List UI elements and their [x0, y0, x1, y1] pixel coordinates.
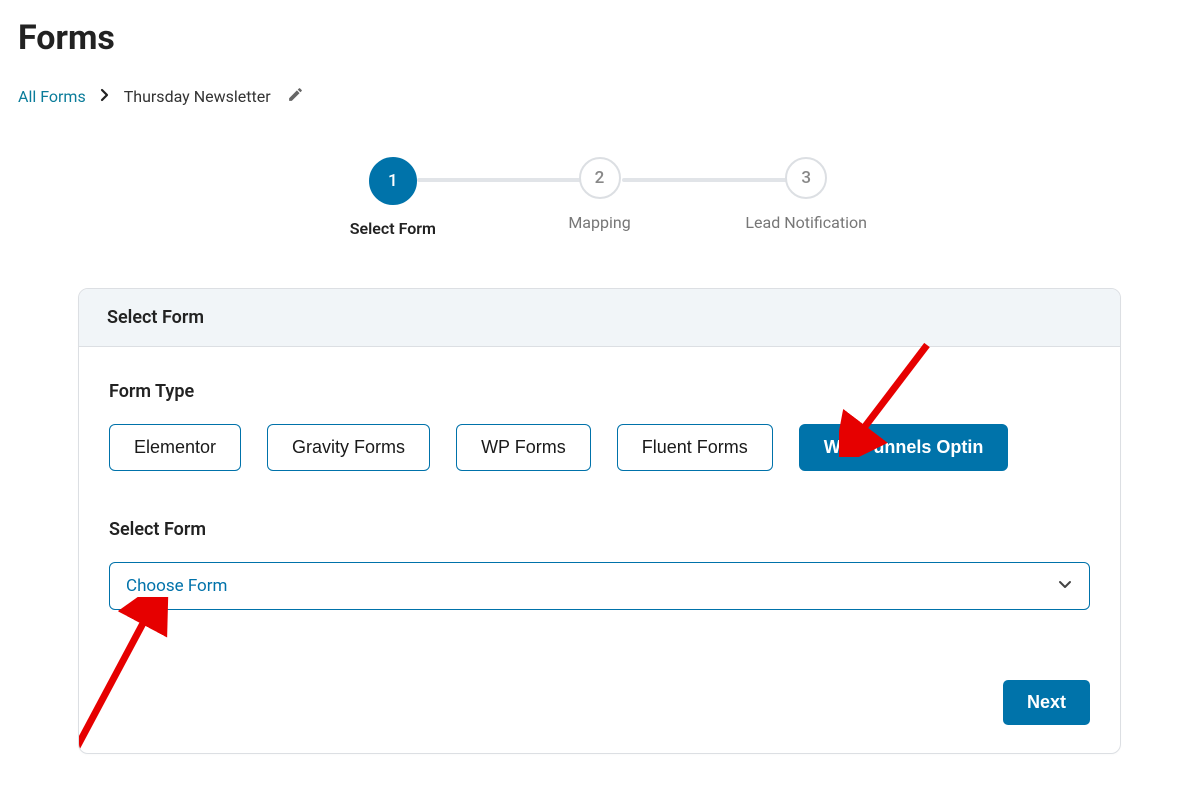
step-circle: 2: [579, 157, 621, 199]
breadcrumb: All Forms Thursday Newsletter: [18, 86, 1181, 107]
step-circle: 1: [369, 157, 417, 205]
stepper-line: [417, 178, 583, 182]
chevron-right-icon: [100, 88, 110, 106]
choose-form-select[interactable]: Choose Form: [109, 562, 1090, 610]
form-type-wp-forms[interactable]: WP Forms: [456, 424, 591, 471]
step-select-form[interactable]: 1 Select Form: [290, 157, 497, 238]
stepper: 1 Select Form 2 Mapping 3 Lead Notificat…: [290, 157, 910, 238]
next-button[interactable]: Next: [1003, 680, 1090, 725]
select-placeholder: Choose Form: [126, 576, 227, 596]
select-form-label: Select Form: [109, 519, 1090, 540]
step-lead-notification[interactable]: 3 Lead Notification: [703, 157, 910, 232]
page-title: Forms: [18, 18, 1181, 58]
breadcrumb-root-link[interactable]: All Forms: [18, 87, 86, 106]
card-body: Form Type Elementor Gravity Forms WP For…: [79, 347, 1120, 753]
form-type-woofunnels-optin[interactable]: WooFunnels Optin: [799, 424, 1009, 471]
annotation-arrow-icon: [78, 597, 179, 754]
step-circle: 3: [785, 157, 827, 199]
form-type-gravity-forms[interactable]: Gravity Forms: [267, 424, 430, 471]
step-label: Select Form: [350, 219, 436, 238]
step-mapping[interactable]: 2 Mapping: [496, 157, 703, 232]
select-form-card: Select Form Form Type Elementor Gravity …: [78, 288, 1121, 754]
form-type-options: Elementor Gravity Forms WP Forms Fluent …: [109, 424, 1090, 471]
breadcrumb-current: Thursday Newsletter: [124, 87, 271, 106]
step-label: Lead Notification: [745, 213, 867, 232]
stepper-line: [622, 178, 788, 182]
form-type-fluent-forms[interactable]: Fluent Forms: [617, 424, 773, 471]
pencil-icon[interactable]: [287, 86, 304, 107]
card-header: Select Form: [79, 289, 1120, 347]
chevron-down-icon: [1057, 576, 1073, 596]
form-type-elementor[interactable]: Elementor: [109, 424, 241, 471]
step-label: Mapping: [568, 213, 630, 232]
form-type-label: Form Type: [109, 381, 1090, 402]
